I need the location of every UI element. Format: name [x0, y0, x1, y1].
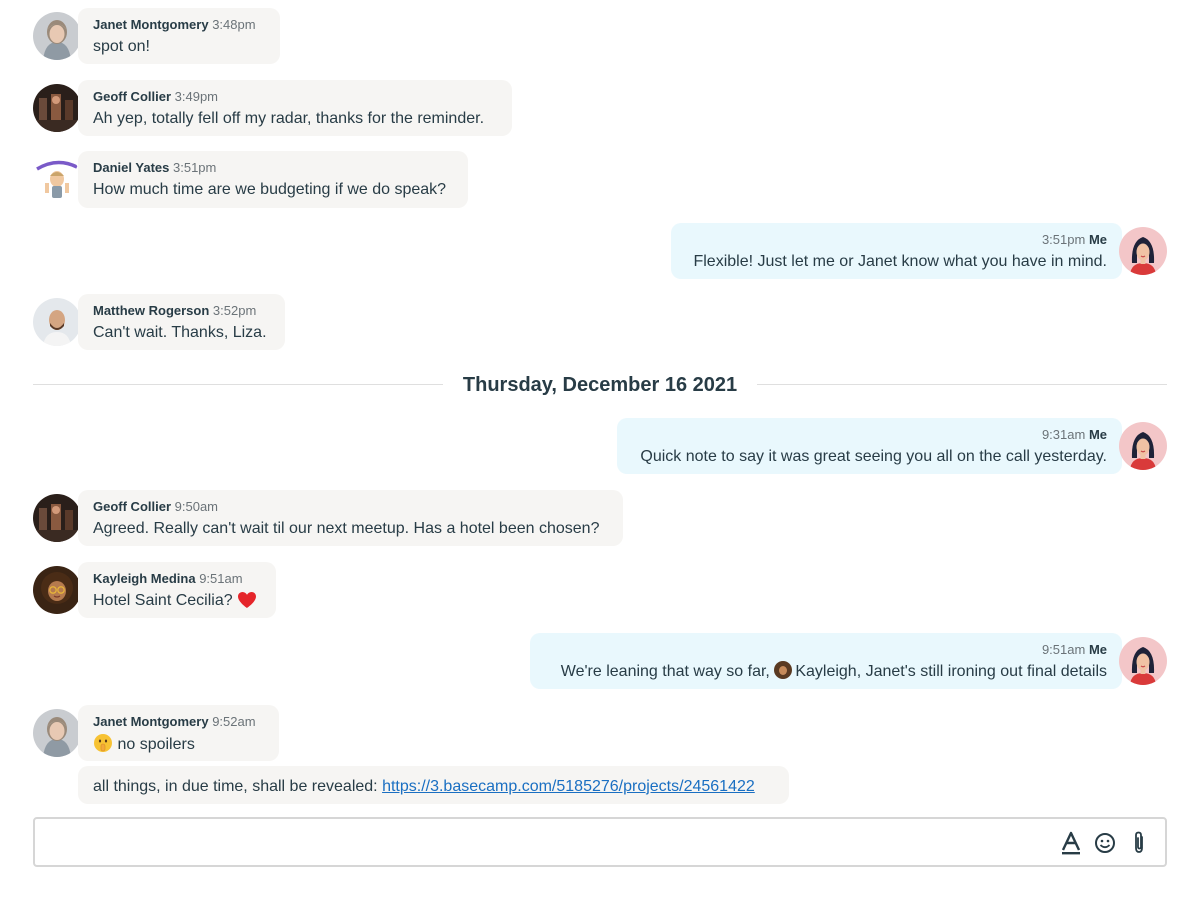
- avatar[interactable]: [33, 566, 81, 614]
- message-bubble: 9:31am Me Quick note to say it was great…: [617, 418, 1122, 474]
- message-text: Flexible! Just let me or Janet know what…: [693, 253, 1107, 270]
- message-input[interactable]: [45, 829, 1045, 855]
- message-text: Ah yep, totally fell off my radar, thank…: [93, 110, 485, 127]
- message-text: no spoilers: [93, 733, 264, 760]
- message-author[interactable]: Geoff Collier: [93, 89, 171, 104]
- message-author[interactable]: Kayleigh Medina: [93, 571, 196, 586]
- avatar[interactable]: [1119, 227, 1167, 275]
- message-author[interactable]: Geoff Collier: [93, 499, 171, 514]
- avatar[interactable]: [33, 709, 81, 757]
- message-time[interactable]: 3:52pm: [213, 303, 256, 318]
- shushing-face-icon: [93, 733, 113, 760]
- message-time[interactable]: 9:51am: [199, 571, 242, 586]
- day-divider-label: Thursday, December 16 2021: [462, 374, 738, 396]
- message-bubble: 3:51pm Me Flexible! Just let me or Janet…: [671, 223, 1122, 279]
- message-author[interactable]: Janet Montgomery: [93, 17, 209, 32]
- message-text-part: We're leaning that way so far,: [560, 663, 775, 680]
- avatar[interactable]: [33, 84, 81, 132]
- mention-name[interactable]: Kayleigh: [795, 663, 856, 680]
- message-bubble: Matthew Rogerson 3:52pm Can't wait. Than…: [78, 294, 285, 350]
- message-author[interactable]: Me: [1089, 232, 1107, 247]
- message-text: spot on!: [93, 38, 150, 55]
- chat-transcript: Janet Montgomery 3:48pm spot on! Geoff C…: [0, 0, 1200, 900]
- avatar[interactable]: [33, 298, 81, 346]
- message-author[interactable]: Matthew Rogerson: [93, 303, 209, 318]
- message-text-body: all things, in due time, shall be reveal…: [93, 778, 383, 795]
- avatar[interactable]: [1119, 637, 1167, 685]
- avatar[interactable]: [33, 155, 81, 203]
- message-time[interactable]: 3:49pm: [175, 89, 218, 104]
- avatar[interactable]: [33, 12, 81, 60]
- mention[interactable]: Kayleigh: [774, 661, 857, 680]
- message-time[interactable]: 9:51am: [1042, 642, 1085, 657]
- message-text: Can't wait. Thanks, Liza.: [93, 324, 267, 341]
- emoji-icon[interactable]: [1092, 830, 1118, 856]
- message-time[interactable]: 9:50am: [175, 499, 218, 514]
- message-text: Agreed. Really can't wait til our next m…: [93, 520, 600, 537]
- message-text-body: Hotel Saint Cecilia?: [93, 592, 233, 609]
- message-bubble: Geoff Collier 9:50am Agreed. Really can'…: [78, 490, 623, 546]
- message-text-part: , Janet's still ironing out final detail…: [856, 663, 1107, 680]
- avatar[interactable]: [1119, 422, 1167, 470]
- message-time[interactable]: 3:51pm: [173, 160, 216, 175]
- text-format-icon[interactable]: [1058, 830, 1084, 856]
- message-bubble: 9:51am Me We're leaning that way so far,…: [530, 633, 1122, 689]
- avatar[interactable]: [33, 494, 81, 542]
- message-author[interactable]: Me: [1089, 427, 1107, 442]
- attachment-icon[interactable]: [1126, 830, 1152, 856]
- message-author[interactable]: Janet Montgomery: [93, 714, 209, 729]
- message-text: Quick note to say it was great seeing yo…: [640, 448, 1107, 465]
- message-author[interactable]: Me: [1089, 642, 1107, 657]
- mention-avatar: [774, 661, 793, 679]
- message-text-body: no spoilers: [117, 736, 195, 753]
- message-text: Hotel Saint Cecilia?: [93, 590, 261, 616]
- message-composer: [33, 817, 1167, 867]
- message-time[interactable]: 3:48pm: [212, 17, 255, 32]
- message-bubble: Geoff Collier 3:49pm Ah yep, totally fel…: [78, 80, 512, 136]
- message-bubble: Kayleigh Medina 9:51am Hotel Saint Cecil…: [78, 562, 276, 618]
- message-text: all things, in due time, shall be reveal…: [93, 776, 774, 798]
- message-bubble: Daniel Yates 3:51pm How much time are we…: [78, 151, 468, 208]
- message-author[interactable]: Daniel Yates: [93, 160, 169, 175]
- message-time[interactable]: 3:51pm: [1042, 232, 1085, 247]
- message-time[interactable]: 9:31am: [1042, 427, 1085, 442]
- message-time[interactable]: 9:52am: [212, 714, 255, 729]
- message-bubble: all things, in due time, shall be reveal…: [78, 766, 789, 804]
- message-text: How much time are we budgeting if we do …: [93, 181, 447, 198]
- message-bubble: Janet Montgomery 9:52am no spoilers: [78, 705, 279, 761]
- day-divider: Thursday, December 16 2021: [33, 372, 1167, 398]
- red-heart-icon: [237, 591, 257, 616]
- message-text: We're leaning that way so far, Kayleigh,…: [545, 661, 1107, 683]
- message-bubble: Janet Montgomery 3:48pm spot on!: [78, 8, 280, 64]
- message-link[interactable]: https://3.basecamp.com/5185276/projects/…: [382, 778, 755, 795]
